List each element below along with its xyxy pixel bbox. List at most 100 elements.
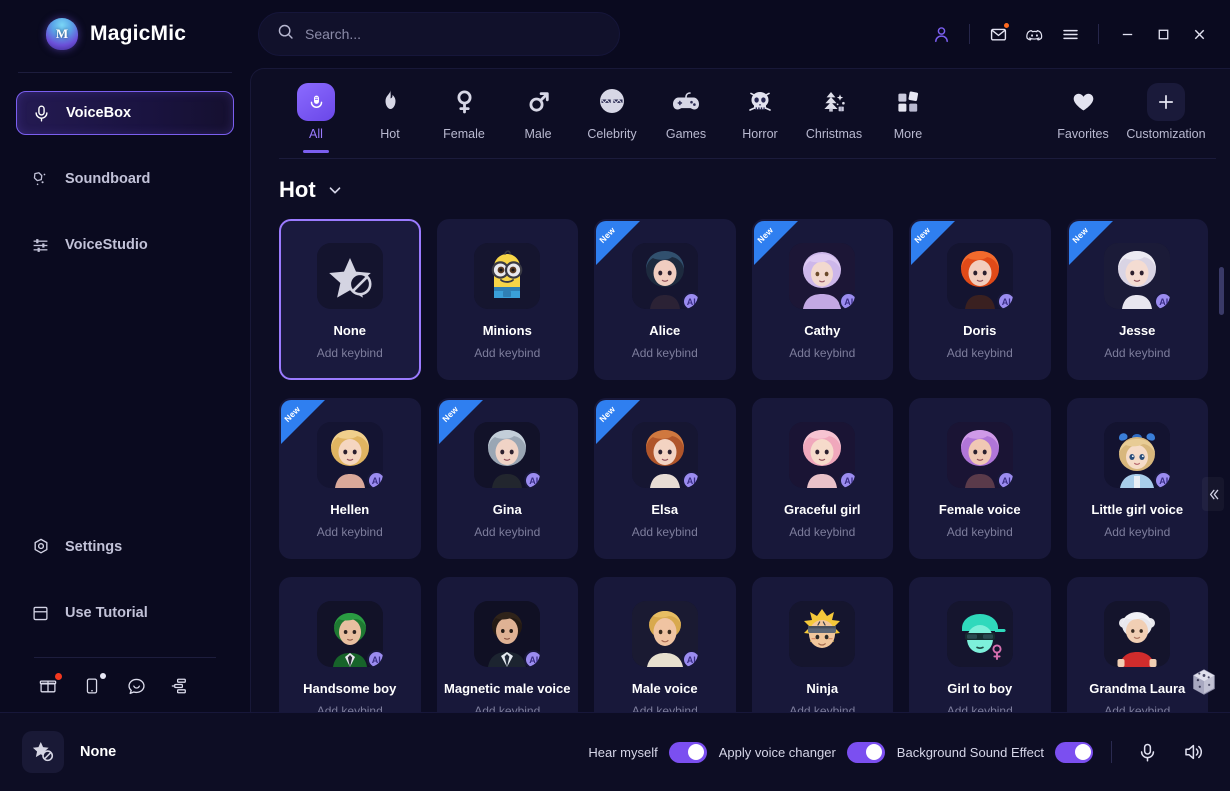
current-voice[interactable]: None	[22, 731, 322, 773]
voice-name: Cathy	[804, 323, 841, 338]
voice-keybind[interactable]: Add keybind	[474, 525, 540, 539]
voice-card[interactable]: New AI Gina Add keybind	[436, 398, 578, 559]
category-tab-hot[interactable]: Hot	[353, 81, 427, 141]
bottom-controls: Hear myself Apply voice changer Backgrou…	[588, 735, 1214, 769]
gift-box-icon[interactable]	[36, 673, 62, 698]
chat-bubble-icon[interactable]	[124, 674, 148, 698]
voice-card[interactable]: New AI Cathy Add keybind	[751, 219, 893, 380]
sidebar-item-voicebox[interactable]: VoiceBox	[16, 91, 234, 135]
voice-card[interactable]: Grandma Laura Add keybind	[1066, 577, 1208, 712]
voice-keybind[interactable]: Add keybind	[789, 346, 855, 360]
voice-card[interactable]: AI Graceful girl Add keybind	[751, 398, 893, 559]
dice-icon[interactable]	[1188, 666, 1220, 698]
sidebar-divider-2	[34, 657, 216, 658]
category-label: More	[893, 127, 923, 141]
maximize-icon[interactable]	[1146, 17, 1180, 51]
search-container	[258, 12, 620, 56]
voice-card[interactable]: AI Little girl voice Add keybind	[1066, 398, 1208, 559]
category-tab-games[interactable]: Games	[649, 81, 723, 141]
microphone-icon[interactable]	[1130, 735, 1164, 769]
main-panel: All Hot Female Male Celebrity Games Horr…	[250, 68, 1230, 712]
voice-keybind[interactable]: Add keybind	[317, 525, 383, 539]
voice-keybind[interactable]: Add keybind	[632, 525, 698, 539]
voice-name: Male voice	[631, 681, 698, 696]
share-network-icon[interactable]	[168, 674, 192, 698]
voice-card[interactable]: AI Female voice Add keybind	[909, 398, 1051, 559]
voice-keybind[interactable]: Add keybind	[632, 704, 698, 712]
voice-keybind[interactable]: Add keybind	[947, 346, 1013, 360]
new-badge-label: New	[754, 224, 775, 246]
ai-badge: AI	[996, 471, 1013, 488]
sidebar-item-soundboard[interactable]: Soundboard	[16, 157, 234, 201]
sidebar: VoiceBox Soundboard VoiceStudio Settings…	[0, 68, 250, 712]
voice-keybind[interactable]: Add keybind	[317, 346, 383, 360]
sidebar-item-label: Soundboard	[65, 171, 151, 187]
chevron-down-icon[interactable]	[326, 181, 344, 199]
voice-card[interactable]: Girl to boy Add keybind	[909, 577, 1051, 712]
hear-myself-toggle[interactable]	[668, 741, 707, 763]
category-tab-christmas[interactable]: Christmas	[797, 81, 871, 141]
voice-card[interactable]: New AI Jesse Add keybind	[1066, 219, 1208, 380]
voice-card[interactable]: New AI Elsa Add keybind	[594, 398, 736, 559]
scrollbar-thumb[interactable]	[1219, 267, 1224, 315]
plus-icon	[1147, 83, 1185, 121]
voice-name: Female voice	[938, 502, 1021, 517]
voice-keybind[interactable]: Add keybind	[317, 704, 383, 712]
minimize-icon[interactable]	[1110, 17, 1144, 51]
voice-card[interactable]: Minions Add keybind	[436, 219, 578, 380]
voice-keybind[interactable]: Add keybind	[789, 525, 855, 539]
voice-card[interactable]: New AI Hellen Add keybind	[279, 398, 421, 559]
voice-name: Jesse	[1119, 323, 1156, 338]
vertical-scrollbar[interactable]	[1219, 237, 1224, 712]
sidebar-item-use-tutorial[interactable]: Use Tutorial	[16, 591, 234, 635]
sidebar-item-voicestudio[interactable]: VoiceStudio	[16, 223, 234, 267]
voice-keybind[interactable]: Add keybind	[632, 346, 698, 360]
voice-card[interactable]: New AI Alice Add keybind	[594, 219, 736, 380]
background-sound-effect-toggle[interactable]	[1055, 741, 1093, 763]
speaker-icon[interactable]	[1176, 735, 1210, 769]
search-input[interactable]	[305, 26, 601, 42]
voice-keybind[interactable]: Add keybind	[474, 704, 540, 712]
venus-icon	[452, 85, 477, 119]
category-tab-horror[interactable]: Horror	[723, 81, 797, 141]
divider	[1098, 24, 1099, 44]
sidebar-item-settings[interactable]: Settings	[16, 525, 234, 569]
mobile-device-icon[interactable]	[80, 673, 106, 698]
category-tab-celebrity[interactable]: Celebrity	[575, 81, 649, 141]
new-badge-label: New	[1069, 224, 1090, 246]
skull-icon	[746, 85, 774, 119]
close-icon[interactable]	[1182, 17, 1216, 51]
grid-squares-icon	[895, 85, 921, 119]
category-tab-female[interactable]: Female	[427, 81, 501, 141]
voice-keybind[interactable]: Add keybind	[1104, 525, 1170, 539]
voice-keybind[interactable]: Add keybind	[947, 525, 1013, 539]
discord-icon[interactable]	[1017, 17, 1051, 51]
background-sound-effect-label: Background Sound Effect	[896, 744, 1044, 760]
voice-keybind[interactable]: Add keybind	[789, 704, 855, 712]
category-tab-more[interactable]: More	[871, 81, 945, 141]
search-box[interactable]	[258, 12, 620, 56]
voice-card[interactable]: Ninja Add keybind	[751, 577, 893, 712]
mail-icon[interactable]	[981, 17, 1015, 51]
voice-avatar	[316, 243, 383, 309]
voice-keybind[interactable]: Add keybind	[1104, 346, 1170, 360]
voice-card[interactable]: None Add keybind	[279, 219, 421, 380]
voice-avatar: AI	[789, 422, 856, 488]
voice-card[interactable]: AI Handsome boy Add keybind	[279, 577, 421, 712]
account-icon[interactable]	[924, 17, 958, 51]
category-tab-male[interactable]: Male	[501, 81, 575, 141]
hamburger-menu-icon[interactable]	[1053, 17, 1087, 51]
category-tab-all[interactable]: All	[279, 81, 353, 153]
category-label: Christmas	[805, 127, 863, 141]
voice-card[interactable]: AI Male voice Add keybind	[594, 577, 736, 712]
category-tab-customization[interactable]: Customization	[1120, 81, 1212, 141]
none-star-icon	[22, 731, 64, 773]
page-title: Hot	[279, 177, 316, 202]
category-tab-favorites[interactable]: Favorites	[1046, 81, 1120, 141]
apply-voice-changer-toggle[interactable]	[846, 741, 885, 763]
voice-keybind[interactable]: Add keybind	[947, 704, 1013, 712]
voice-keybind[interactable]: Add keybind	[1104, 704, 1170, 712]
voice-card[interactable]: New AI Doris Add keybind	[909, 219, 1051, 380]
voice-keybind[interactable]: Add keybind	[474, 346, 540, 360]
voice-card[interactable]: AI Magnetic male voice Add keybind	[436, 577, 578, 712]
